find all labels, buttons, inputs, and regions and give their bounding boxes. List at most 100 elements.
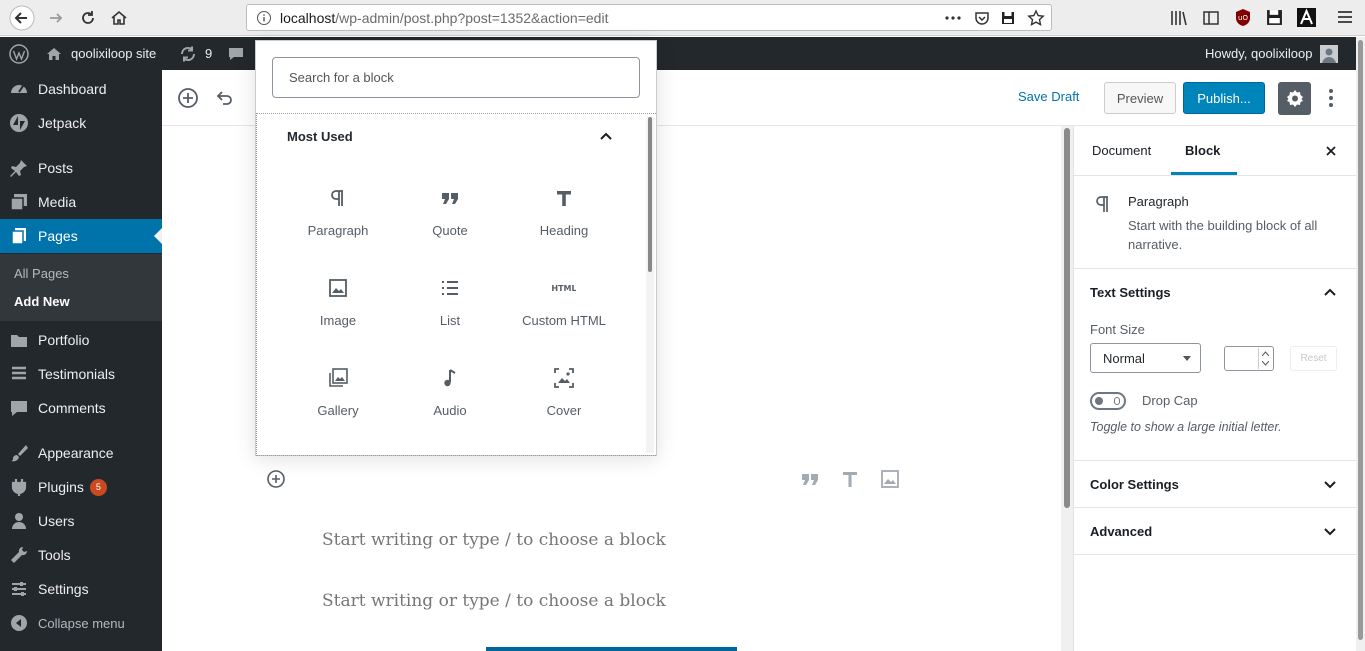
howdy-greeting: Howdy, qoolixiloop [1205,46,1313,61]
block-gallery[interactable]: Gallery [282,355,394,435]
block-image[interactable]: Image [282,265,394,345]
block-quote[interactable]: Quote [394,175,506,255]
hamburger-menu-icon[interactable] [1337,10,1353,24]
more-actions-icon[interactable] [944,15,962,21]
menu-item-settings[interactable]: Settings [0,572,162,606]
gear-icon [1286,89,1303,107]
browser-toolbar: localhost/wp-admin/post.php?post=1352&ac… [0,0,1365,36]
menu-label-testimonials: Testimonials [38,366,116,382]
library-icon[interactable] [1170,9,1188,27]
portfolio-icon [11,335,27,347]
menu-item-jetpack[interactable]: Jetpack [0,106,162,140]
spin-up-icon[interactable] [1262,351,1269,356]
updates-link[interactable]: 9 [179,37,212,70]
color-settings-toggle[interactable]: Color Settings [1090,477,1179,492]
close-icon[interactable] [1325,145,1337,157]
tab-document[interactable]: Document [1092,143,1151,158]
wp-logo-button[interactable] [9,37,29,70]
comments-icon [11,401,27,416]
collapse-arrow-icon [11,615,27,631]
custom-font-size-input[interactable] [1224,346,1274,371]
settings-toggle-button[interactable] [1278,82,1311,115]
menu-item-media[interactable]: Media [0,185,162,219]
site-name: qoolixiloop site [71,46,157,61]
menu-item-portfolio[interactable]: Portfolio [0,323,162,357]
block-card: Paragraph Start with the building block … [1074,176,1357,269]
menu-item-dashboard[interactable]: Dashboard [0,72,162,106]
forward-button[interactable] [42,4,70,32]
font-size-value: Normal [1103,351,1145,366]
content-scrollbar-thumb[interactable] [1064,128,1070,508]
block-cover[interactable]: Cover [508,355,620,435]
menu-item-posts[interactable]: Posts [0,151,162,185]
chevron-up-icon[interactable] [599,131,613,141]
undo-icon[interactable] [214,88,234,108]
menu-item-users[interactable]: Users [0,504,162,538]
reload-button[interactable] [74,4,102,32]
reload-icon [82,11,94,24]
info-icon[interactable] [256,10,272,26]
most-used-panel-title[interactable]: Most Used [287,129,353,144]
chevron-down-icon[interactable] [1323,480,1337,490]
inserter-scrollbar-thumb[interactable] [648,117,652,272]
paragraph-placeholder-1[interactable]: Start writing or type / to choose a bloc… [322,530,666,550]
inline-add-block-icon[interactable] [266,469,286,489]
bookmark-star-icon[interactable] [1027,9,1045,27]
users-icon [12,513,26,529]
menu-item-tools[interactable]: Tools [0,538,162,572]
url-bar[interactable]: localhost/wp-admin/post.php?post=1352&ac… [246,4,1052,31]
more-options-icon[interactable] [1328,88,1334,108]
menu-item-pages[interactable]: Pages [0,219,162,253]
spin-down-icon[interactable] [1262,361,1269,366]
text-settings-toggle[interactable]: Text Settings [1090,285,1171,300]
pocket-icon[interactable] [974,10,990,26]
menu-item-comments[interactable]: Comments [0,391,162,425]
ublock-icon[interactable]: uO [1234,8,1252,27]
block-list[interactable]: List [394,265,506,345]
save-to-disk-icon[interactable] [1266,9,1283,26]
block-search-input[interactable]: Search for a block [272,57,640,98]
site-name-link[interactable]: qoolixiloop site [46,37,156,70]
my-account-link[interactable]: Howdy, qoolixiloop [1205,37,1339,70]
chevron-up-icon[interactable] [1323,287,1337,297]
sidebar-toggle-icon[interactable] [1202,9,1220,27]
font-size-select[interactable]: Normal [1090,343,1201,373]
back-button[interactable] [8,4,36,32]
quick-heading-icon[interactable] [842,470,858,488]
tab-block[interactable]: Block [1185,143,1220,158]
save-draft-button[interactable]: Save Draft [1018,89,1079,104]
block-custom-html[interactable]: HTML Custom HTML [508,265,620,345]
publish-button[interactable]: Publish... [1183,82,1265,114]
menu-item-plugins[interactable]: Plugins 5 [0,470,162,504]
quick-quote-icon[interactable] [800,471,820,487]
submenu-add-new[interactable]: Add New [14,294,70,309]
reset-font-size-button[interactable]: Reset [1290,346,1337,371]
paragraph-placeholder-2[interactable]: Start writing or type / to choose a bloc… [322,591,666,611]
block-paragraph[interactable]: Paragraph [282,175,394,255]
block-audio[interactable]: Audio [394,355,506,435]
font-size-label: Font Size [1090,322,1145,337]
number-spinner[interactable] [1258,348,1272,369]
menu-label-appearance: Appearance [38,445,114,461]
comments-link[interactable] [228,37,244,70]
menu-label-dashboard: Dashboard [38,81,107,97]
home-button[interactable] [105,4,133,32]
page-scrollbar-thumb[interactable] [1358,40,1363,640]
add-block-icon[interactable] [177,87,199,109]
testimonials-icon [12,366,26,380]
chevron-down-icon[interactable] [1323,527,1337,537]
quick-image-icon[interactable] [880,469,900,489]
save-page-icon[interactable] [1000,10,1016,26]
preview-button[interactable]: Preview [1104,82,1176,114]
paintbrush-icon [11,445,28,462]
jetpack-icon [10,114,28,132]
admin-sidebar-menu: Dashboard Jetpack Posts Media Pages All … [0,70,162,651]
advanced-toggle[interactable]: Advanced [1090,524,1152,539]
menu-item-appearance[interactable]: Appearance [0,436,162,470]
drop-cap-toggle[interactable] [1090,392,1126,410]
font-extension-icon[interactable] [1297,8,1316,27]
submenu-all-pages[interactable]: All Pages [14,266,69,281]
collapse-menu-button[interactable]: Collapse menu [0,606,162,640]
block-heading[interactable]: Heading [508,175,620,255]
menu-item-testimonials[interactable]: Testimonials [0,357,162,391]
